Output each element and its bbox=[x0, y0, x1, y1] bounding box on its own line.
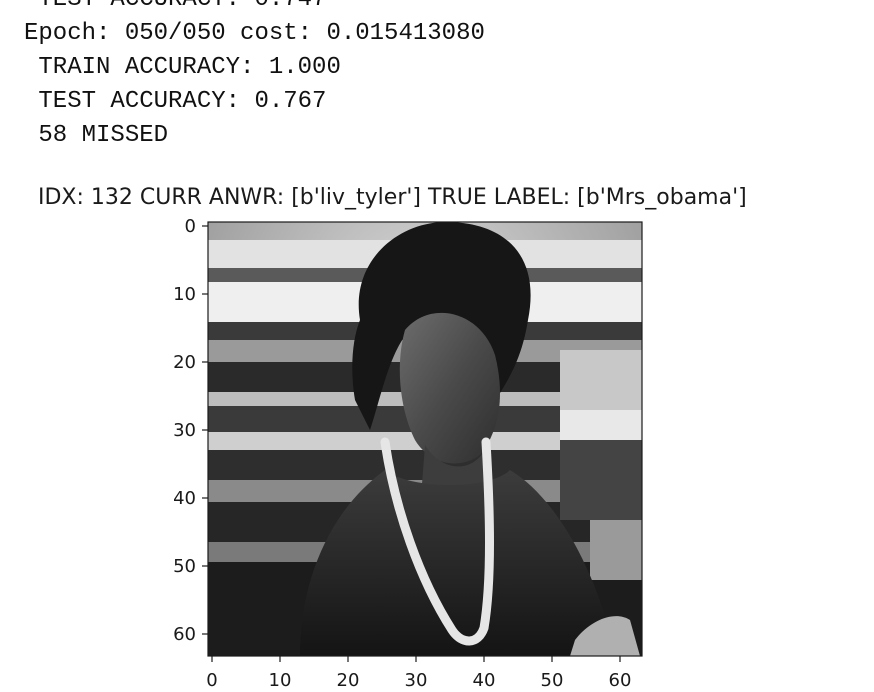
x-tick-label: 50 bbox=[540, 670, 564, 691]
console-line-train-accuracy: TRAIN ACCURACY: 1.000 bbox=[24, 54, 341, 81]
x-tick-label: 10 bbox=[268, 670, 292, 691]
image-plot bbox=[202, 221, 643, 662]
x-axis-ticks bbox=[211, 656, 621, 662]
console-output: TEST ACCURACY: 0.747 Epoch: 050/050 cost… bbox=[0, 0, 874, 170]
y-tick-label: 30 bbox=[173, 420, 196, 441]
x-tick-label: 0 bbox=[206, 670, 218, 691]
console-line-missed: 58 MISSED bbox=[24, 122, 169, 149]
y-tick-label: 0 bbox=[184, 216, 196, 237]
console-line-test-accuracy-prev: TEST ACCURACY: 0.747 bbox=[24, 0, 326, 12]
y-tick-label: 40 bbox=[173, 488, 196, 509]
x-tick-label: 40 bbox=[472, 670, 496, 691]
x-tick-label: 60 bbox=[608, 670, 632, 691]
y-axis-ticks bbox=[202, 225, 208, 635]
x-tick-label: 20 bbox=[336, 670, 360, 691]
console-line-test-accuracy: TEST ACCURACY: 0.767 bbox=[24, 88, 327, 115]
grayscale-image bbox=[208, 222, 642, 656]
x-tick-label: 30 bbox=[404, 670, 428, 691]
figure: IDX: 132 CURR ANWR: [b'liv_tyler'] TRUE … bbox=[0, 180, 874, 692]
y-tick-label: 20 bbox=[173, 352, 196, 373]
console-line-epoch: Epoch: 050/050 cost: 0.015413080 bbox=[24, 20, 485, 47]
y-tick-label: 60 bbox=[173, 624, 196, 645]
y-tick-label: 50 bbox=[173, 556, 196, 577]
y-tick-label: 10 bbox=[173, 284, 196, 305]
